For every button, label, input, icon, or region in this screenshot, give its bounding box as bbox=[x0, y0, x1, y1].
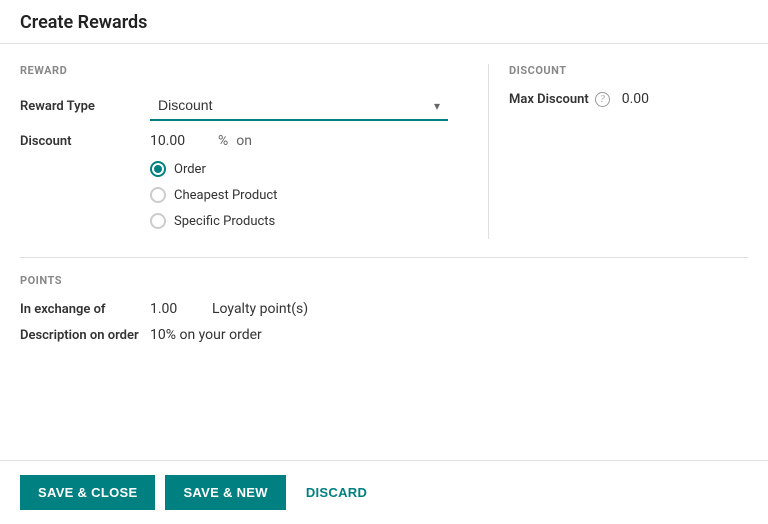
radio-order[interactable]: Order bbox=[150, 161, 448, 177]
radio-cheapest[interactable]: Cheapest Product bbox=[150, 187, 448, 203]
reward-type-label: Reward Type bbox=[20, 99, 150, 114]
save-close-button[interactable]: SAVE & CLOSE bbox=[20, 475, 155, 510]
page-header: Create Rewards bbox=[0, 0, 768, 44]
reward-section-label: REWARD bbox=[20, 64, 448, 77]
discount-value: 10.00 bbox=[150, 133, 210, 149]
radio-order-label: Order bbox=[174, 162, 206, 177]
radio-specific[interactable]: Specific Products bbox=[150, 213, 448, 229]
help-icon[interactable]: ? bbox=[595, 92, 610, 107]
loyalty-points-unit: Loyalty point(s) bbox=[212, 301, 308, 317]
discount-section-label: DISCOUNT bbox=[509, 64, 748, 77]
footer: SAVE & CLOSE SAVE & NEW DISCARD bbox=[0, 460, 768, 524]
points-section-label: POINTS bbox=[20, 274, 748, 287]
radio-cheapest-label: Cheapest Product bbox=[174, 188, 277, 203]
discount-label: Discount bbox=[20, 134, 150, 149]
description-value: 10% on your order bbox=[150, 327, 262, 343]
max-discount-label: Max Discount bbox=[509, 92, 589, 107]
save-new-button[interactable]: SAVE & NEW bbox=[165, 475, 285, 510]
radio-circle-specific bbox=[150, 213, 166, 229]
discard-button[interactable]: DISCARD bbox=[296, 475, 377, 510]
radio-circle-order bbox=[150, 161, 166, 177]
in-exchange-label: In exchange of bbox=[20, 302, 150, 317]
max-discount-value: 0.00 bbox=[622, 91, 649, 107]
page-title: Create Rewards bbox=[20, 12, 748, 33]
reward-type-select[interactable]: Discount Free Product bbox=[150, 91, 448, 121]
radio-circle-cheapest bbox=[150, 187, 166, 203]
in-exchange-value: 1.00 bbox=[150, 301, 200, 317]
section-divider bbox=[20, 257, 748, 258]
discount-unit: % bbox=[218, 133, 228, 149]
radio-specific-label: Specific Products bbox=[174, 214, 275, 229]
discount-on: on bbox=[236, 133, 252, 149]
description-label: Description on order bbox=[20, 328, 150, 343]
